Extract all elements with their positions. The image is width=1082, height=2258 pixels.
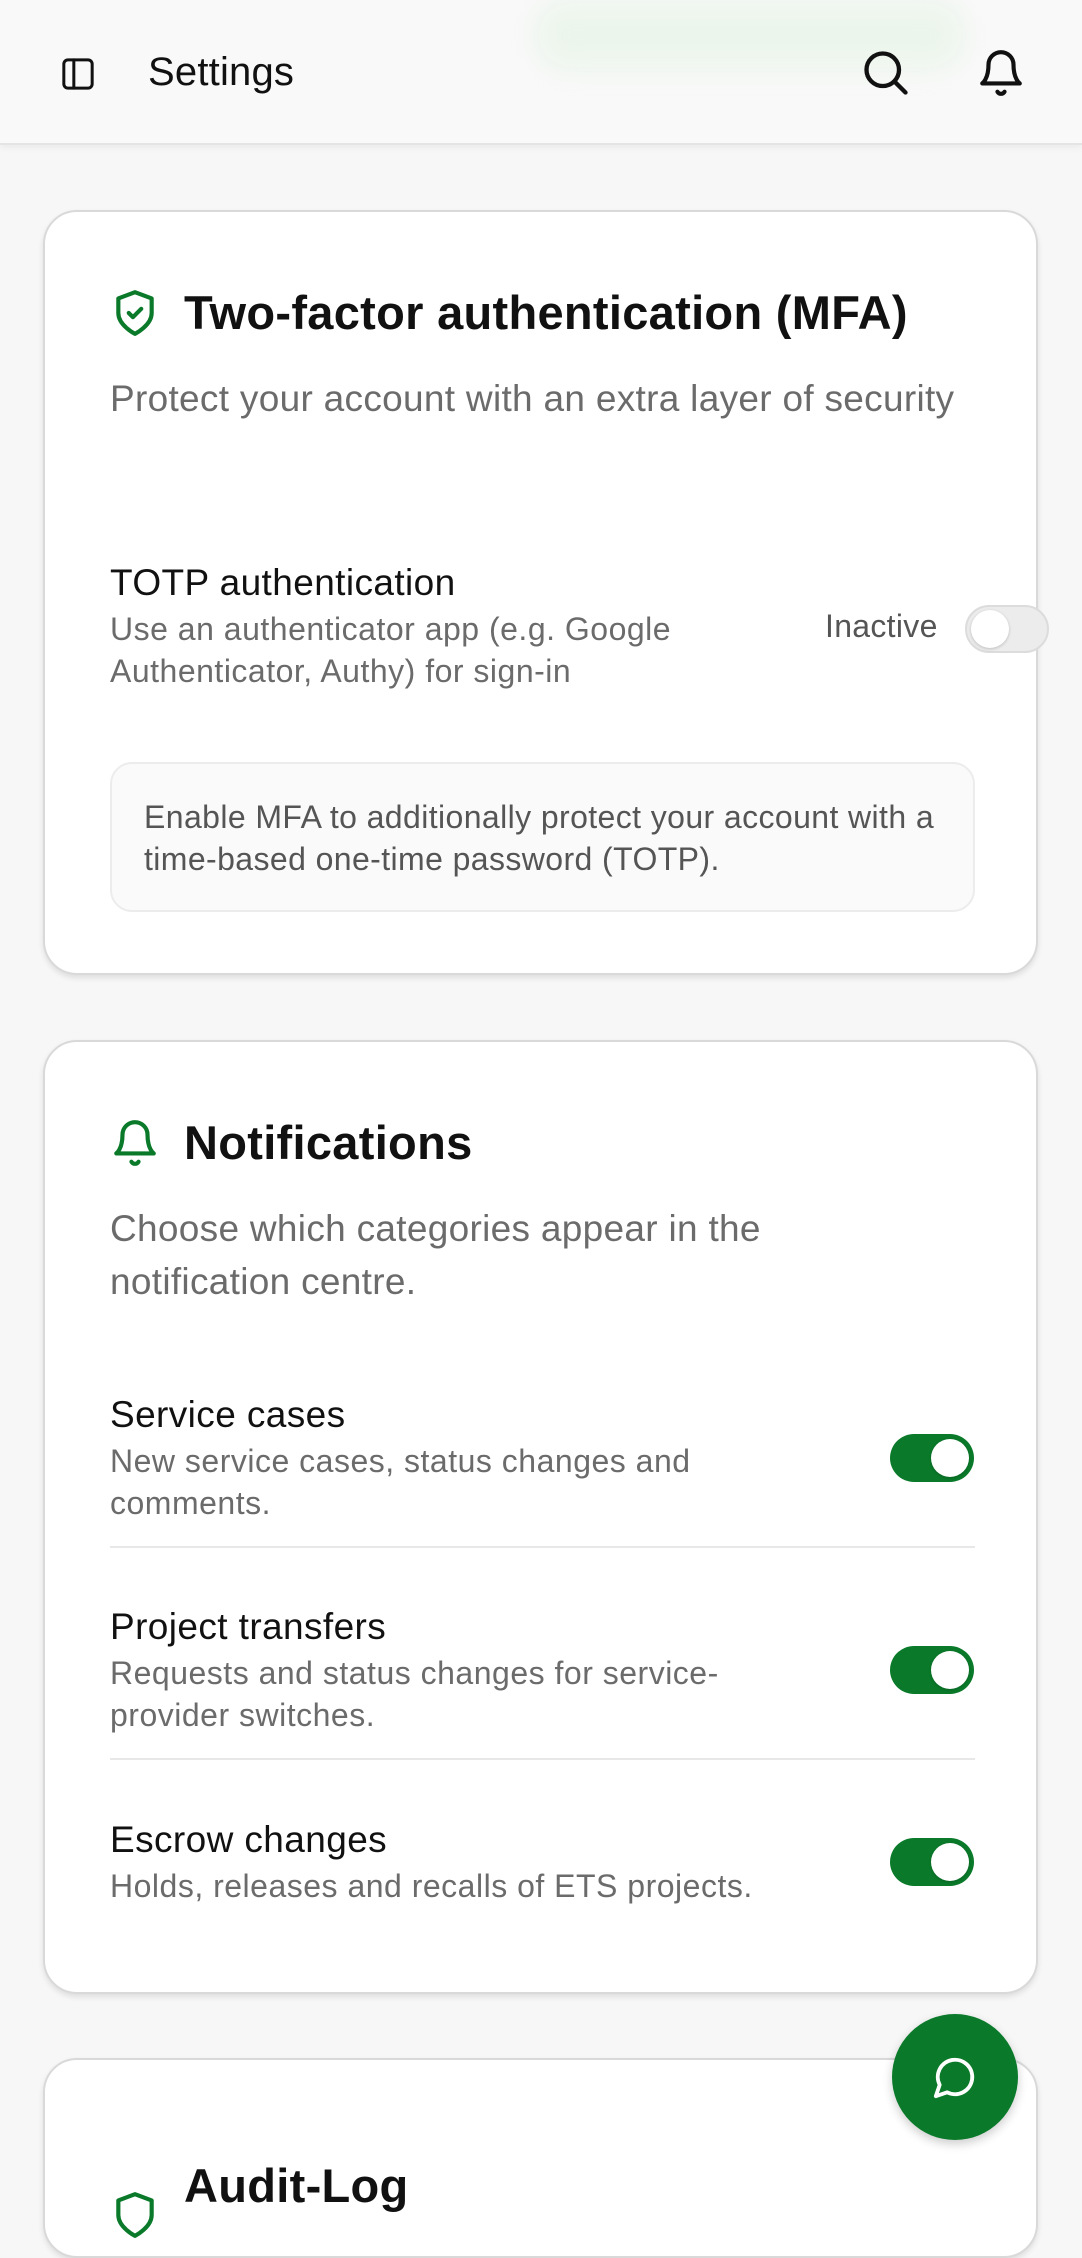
mfa-card: Two-factor authentication (MFA) Protect …	[43, 210, 1049, 975]
sidebar-toggle-icon	[62, 58, 94, 90]
notification-item-escrow-changes: Escrow changes Holds, releases and recal…	[110, 1819, 850, 1907]
totp-title: TOTP authentication	[110, 562, 456, 603]
divider	[110, 1758, 975, 1760]
mfa-card-header: Two-factor authentication (MFA)	[110, 285, 908, 340]
setting-description: New service cases, status changes and co…	[110, 1443, 691, 1521]
setting-title: Service cases	[110, 1394, 346, 1435]
search-icon	[864, 51, 908, 95]
notifications-description: Choose which categories appear in the no…	[110, 1208, 761, 1302]
mfa-info-box: Enable MFA to additionally protect your …	[110, 762, 975, 912]
notification-item-service-cases: Service cases New service cases, status …	[110, 1394, 830, 1524]
totp-description: Use an authenticator app (e.g. Google Au…	[110, 611, 672, 689]
notifications-button[interactable]	[973, 45, 1029, 101]
shield-icon	[116, 2192, 154, 2238]
bell-icon	[114, 1119, 156, 1166]
setting-description: Holds, releases and recalls of ETS proje…	[110, 1868, 753, 1904]
divider	[110, 1546, 975, 1548]
chat-bubble-icon	[933, 2057, 975, 2099]
audit-log-title: Audit-Log	[184, 2158, 409, 2212]
setting-description: Requests and status changes for service-…	[110, 1655, 719, 1733]
mfa-description: Protect your account with an extra layer…	[110, 378, 955, 419]
mfa-title: Two-factor authentication (MFA)	[184, 286, 908, 339]
page-title: Settings	[148, 50, 295, 94]
search-button[interactable]	[858, 45, 914, 101]
project-transfers-toggle[interactable]	[890, 1646, 974, 1694]
totp-setting-row: TOTP authentication Use an authenticator…	[110, 562, 830, 692]
toggle-knob	[931, 1651, 969, 1689]
notifications-card-header: Notifications	[110, 1115, 473, 1170]
toggle-knob	[931, 1439, 969, 1477]
shield-check-icon	[116, 289, 154, 336]
setting-title: Escrow changes	[110, 1819, 388, 1860]
notification-item-project-transfers: Project transfers Requests and status ch…	[110, 1606, 830, 1736]
bell-icon	[980, 50, 1022, 96]
totp-toggle[interactable]	[965, 605, 1049, 653]
escrow-changes-toggle[interactable]	[890, 1838, 974, 1886]
notifications-title: Notifications	[184, 1116, 473, 1169]
sidebar-toggle-button[interactable]	[52, 48, 104, 100]
totp-status-label: Inactive	[825, 608, 938, 644]
toggle-knob	[931, 1843, 969, 1881]
audit-log-card: Audit-Log	[43, 2058, 1038, 2258]
toggle-knob	[971, 610, 1009, 648]
top-app-bar: Settings	[0, 0, 1082, 145]
setting-title: Project transfers	[110, 1606, 387, 1647]
audit-log-card-header: Audit-Log	[110, 2130, 409, 2240]
notifications-card: Notifications Choose which categories ap…	[43, 1040, 1038, 1994]
chat-button[interactable]	[892, 2014, 1018, 2140]
service-cases-toggle[interactable]	[890, 1434, 974, 1482]
